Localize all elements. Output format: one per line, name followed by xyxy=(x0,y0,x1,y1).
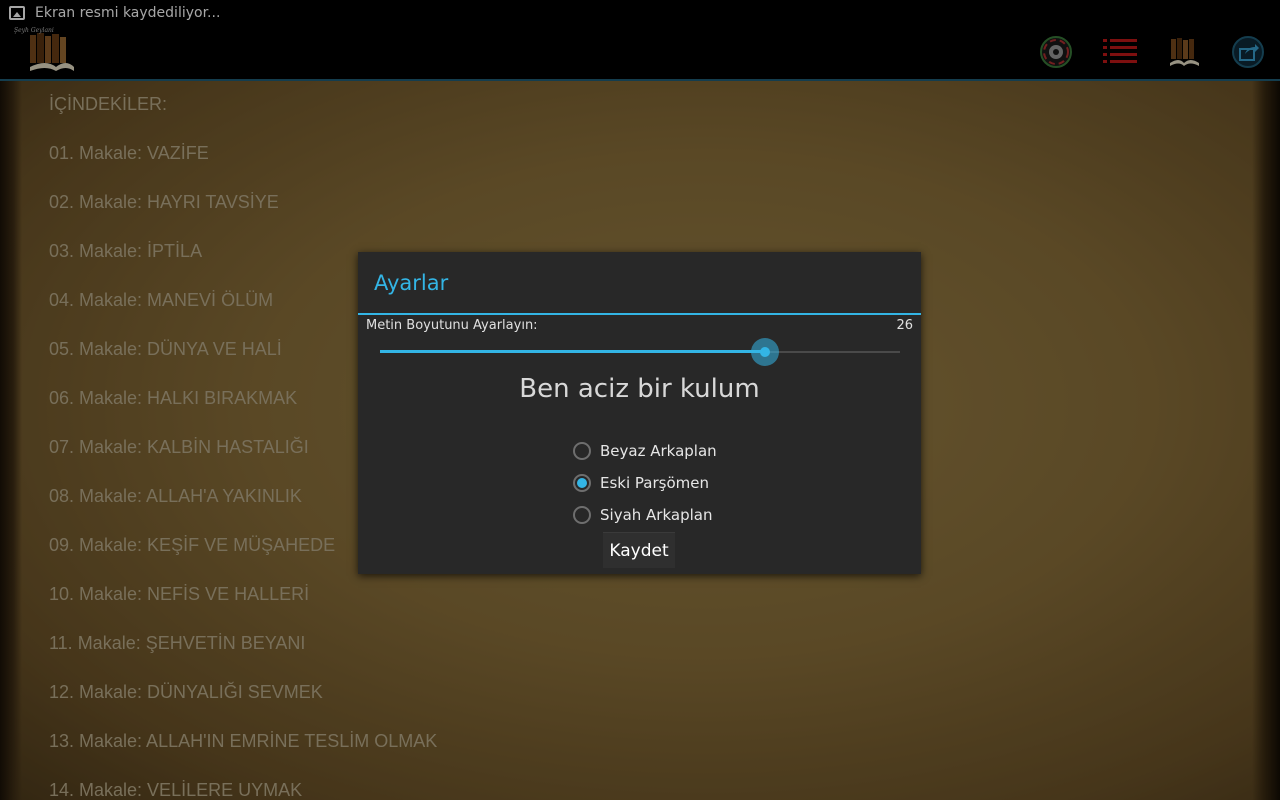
text-size-value: 26 xyxy=(896,318,913,333)
settings-dialog: Ayarlar Metin Boyutunu Ayarlayın: 26 Ben… xyxy=(358,252,921,574)
radio-button[interactable] xyxy=(573,474,591,492)
radio-black-background[interactable]: Siyah Arkaplan xyxy=(573,499,717,531)
save-button[interactable]: Kaydet xyxy=(603,532,675,568)
dialog-title-divider xyxy=(358,313,921,315)
text-size-label: Metin Boyutunu Ayarlayın: xyxy=(366,318,538,333)
radio-label: Eski Parşömen xyxy=(600,474,709,492)
radio-button[interactable] xyxy=(573,442,591,460)
text-size-slider[interactable] xyxy=(380,338,900,366)
slider-thumb[interactable] xyxy=(750,338,779,366)
radio-label: Siyah Arkaplan xyxy=(600,506,713,524)
radio-white-background[interactable]: Beyaz Arkaplan xyxy=(573,435,717,467)
dialog-title: Ayarlar xyxy=(374,271,449,295)
preview-text: Ben aciz bir kulum xyxy=(519,374,760,404)
radio-old-parchment[interactable]: Eski Parşömen xyxy=(573,467,717,499)
radio-button[interactable] xyxy=(573,506,591,524)
background-radio-group: Beyaz Arkaplan Eski Parşömen Siyah Arkap… xyxy=(573,435,717,531)
radio-label: Beyaz Arkaplan xyxy=(600,442,717,460)
slider-track-fill xyxy=(380,350,765,353)
